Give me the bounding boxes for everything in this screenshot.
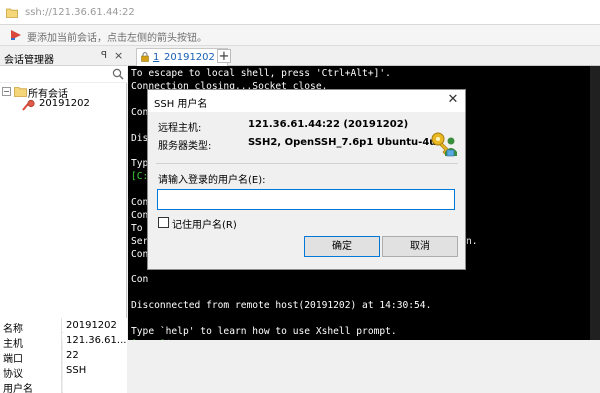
terminal-line: To escape to local shell, press 'Ctrl+Al…	[131, 68, 391, 79]
remote-host-label: 远程主机:	[158, 123, 202, 134]
server-type-label: 服务器类型:	[158, 141, 212, 152]
property-key: 主机	[0, 333, 62, 348]
session-manager-title: 会话管理器	[4, 55, 54, 66]
server-type-value: SSH2, OpenSSH_7.6p1 Ubuntu-4ub	[248, 137, 444, 148]
terminal-line: [C:	[131, 171, 149, 183]
property-key: 端口	[0, 348, 62, 363]
remember-username-label[interactable]: 记住用户名(R)	[172, 216, 237, 231]
new-tab-button[interactable]: +	[217, 49, 231, 63]
remote-host-value: 121.36.61.44:22 (20191202)	[248, 119, 409, 130]
key-user-icon	[431, 132, 457, 157]
property-value: 20191202	[63, 318, 127, 333]
property-key: 用户名	[0, 378, 62, 393]
tab-number: 1	[153, 52, 160, 63]
session-icon	[22, 99, 35, 111]
address-bar[interactable]: ssh://121.36.61.44:22	[0, 0, 600, 25]
address-text[interactable]: ssh://121.36.61.44:22	[25, 7, 135, 18]
username-input[interactable]	[157, 189, 455, 210]
cancel-button[interactable]: 取消	[382, 236, 458, 257]
property-value: 22	[63, 348, 127, 363]
tree-item-label: 20191202	[39, 98, 90, 109]
search-icon[interactable]	[112, 68, 124, 80]
session-search-bar[interactable]	[0, 66, 127, 83]
terminal-line: Typ	[131, 158, 149, 170]
lock-icon	[141, 52, 149, 62]
pin-icon[interactable]: ꟼ	[101, 50, 107, 61]
property-row[interactable]: 名称 20191202	[0, 318, 127, 333]
tab-session[interactable]: 1 20191202	[136, 48, 228, 66]
dialog-title: SSH 用户名	[154, 99, 208, 110]
property-value: 121.36.61....	[63, 333, 127, 348]
property-row[interactable]: 协议 SSH	[0, 363, 127, 378]
terminal-line: Dis	[131, 132, 149, 144]
property-value: SSH	[63, 363, 127, 378]
checkbox[interactable]	[158, 217, 169, 228]
property-row[interactable]: 端口 22	[0, 348, 127, 363]
separator	[156, 163, 458, 164]
property-row[interactable]: 用户名	[0, 378, 127, 393]
terminal-line: Con	[131, 106, 149, 118]
add-session-arrow-icon[interactable]	[10, 29, 22, 41]
session-manager-header: 会话管理器 ꟼ ×	[0, 46, 127, 66]
terminal-line: Con	[131, 197, 149, 208]
dialog-body: 远程主机: 121.36.61.44:22 (20191202) 服务器类型: …	[148, 112, 465, 269]
scrollbar[interactable]	[590, 66, 600, 340]
terminal-line: Con	[131, 274, 149, 286]
property-key: 名称	[0, 318, 62, 333]
terminal-line: Type `help' to learn how to use Xshell p…	[131, 326, 397, 337]
tab-label: 20191202	[164, 52, 215, 63]
collapse-icon[interactable]: −	[2, 87, 11, 96]
terminal-line: Con	[131, 248, 149, 260]
ok-button[interactable]: 确定	[304, 236, 380, 257]
close-icon[interactable]: ×	[114, 49, 123, 62]
session-manager-panel: 会话管理器 ꟼ × − 所有会话 20191202 名称 20191202 主机…	[0, 46, 127, 393]
tab-strip: 1 20191202 +	[128, 46, 600, 66]
property-value	[63, 378, 127, 393]
folder-icon	[6, 8, 18, 18]
property-row[interactable]: 主机 121.36.61....	[0, 333, 127, 348]
hint-text: 要添加当前会话，点击左侧的箭头按钮。	[27, 33, 207, 44]
terminal-line: Disconnected from remote host(20191202) …	[131, 300, 432, 312]
folder-icon	[14, 87, 27, 97]
terminal-line: To	[131, 222, 143, 234]
username-prompt: 请输入登录的用户名(E):	[158, 175, 266, 186]
close-button[interactable]: ✕	[445, 92, 461, 108]
hint-bar: 要添加当前会话，点击左侧的箭头按钮。	[0, 25, 600, 46]
terminal-line: Con	[131, 209, 149, 221]
ssh-username-dialog: SSH 用户名 ✕ 远程主机: 121.36.61.44:22 (2019120…	[147, 89, 466, 270]
property-key: 协议	[0, 363, 62, 378]
dialog-titlebar[interactable]: SSH 用户名 ✕	[148, 90, 465, 112]
session-properties: 名称 20191202 主机 121.36.61.... 端口 22 协议 SS…	[0, 318, 127, 393]
